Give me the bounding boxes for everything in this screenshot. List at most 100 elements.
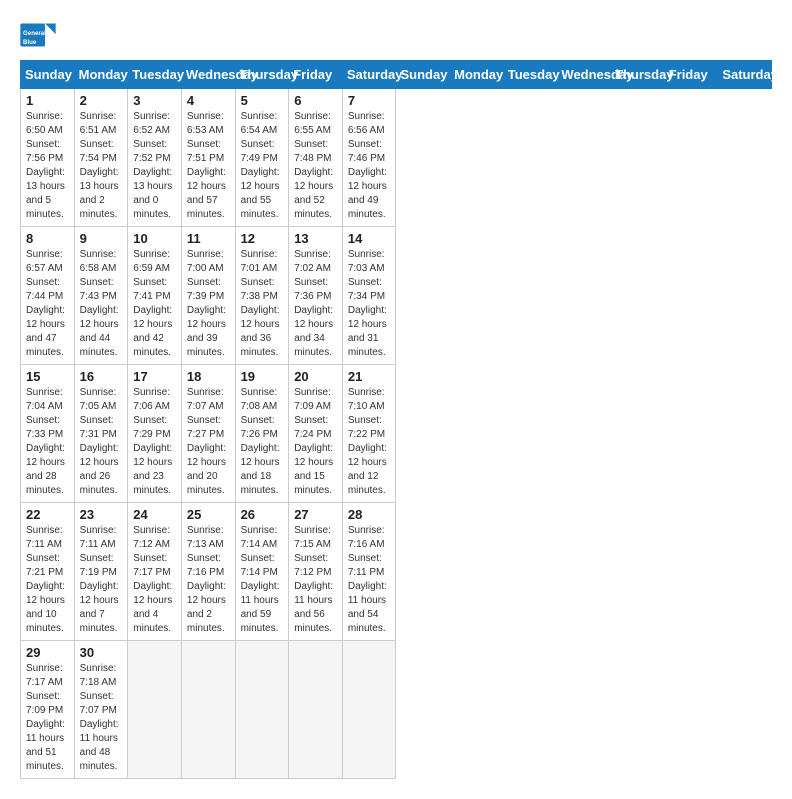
cell-info: Sunrise: 7:00 AM Sunset: 7:39 PM Dayligh… [187, 248, 230, 360]
calendar-cell: 4 Sunrise: 6:53 AM Sunset: 7:51 PM Daylig… [181, 89, 235, 227]
calendar-table: SundayMondayTuesdayWednesdayThursdayFrid… [20, 60, 772, 779]
day-number: 22 [26, 507, 69, 522]
day-number: 15 [26, 369, 69, 384]
day-number: 26 [241, 507, 284, 522]
cell-info: Sunrise: 6:58 AM Sunset: 7:43 PM Dayligh… [80, 248, 123, 360]
header-monday: Monday [74, 61, 128, 89]
calendar-cell: 22Sunrise: 7:11 AM Sunset: 7:21 PM Dayli… [21, 503, 75, 641]
header-tuesday: Tuesday [128, 61, 182, 89]
day-number: 21 [348, 369, 391, 384]
calendar-cell: 1Sunrise: 6:50 AM Sunset: 7:56 PM Daylig… [21, 89, 75, 227]
day-number: 27 [294, 507, 337, 522]
calendar-cell: 20 Sunrise: 7:09 AM Sunset: 7:24 PM Dayli… [289, 365, 343, 503]
day-number: 29 [26, 645, 69, 660]
day-number: 4 [187, 93, 230, 108]
header-friday: Friday [289, 61, 343, 89]
day-number: 13 [294, 231, 337, 246]
day-number: 6 [294, 93, 337, 108]
calendar-cell: 28Sunrise: 7:16 AM Sunset: 7:11 PM Dayli… [342, 503, 396, 641]
calendar-cell: 13 Sunrise: 7:02 AM Sunset: 7:36 PM Dayli… [289, 227, 343, 365]
day-number: 5 [241, 93, 284, 108]
svg-text:General: General [23, 30, 46, 37]
logo: General Blue [20, 20, 56, 50]
header-saturday: Saturday [342, 61, 396, 89]
cell-info: Sunrise: 6:55 AM Sunset: 7:48 PM Dayligh… [294, 110, 337, 222]
day-number: 3 [133, 93, 176, 108]
calendar-cell: 30 Sunrise: 7:18 AM Sunset: 7:07 PM Dayli… [74, 641, 128, 779]
calendar-cell: 15 Sunrise: 7:04 AM Sunset: 7:33 PM Dayli… [21, 365, 75, 503]
cell-info: Sunrise: 7:18 AM Sunset: 7:07 PM Dayligh… [80, 662, 123, 774]
day-number: 23 [80, 507, 123, 522]
day-number: 11 [187, 231, 230, 246]
calendar-cell: 17 Sunrise: 7:06 AM Sunset: 7:29 PM Dayli… [128, 365, 182, 503]
calendar-week-1: 1Sunrise: 6:50 AM Sunset: 7:56 PM Daylig… [21, 89, 772, 227]
calendar-cell: 25 Sunrise: 7:13 AM Sunset: 7:16 PM Dayli… [181, 503, 235, 641]
calendar-cell: 2Sunrise: 6:51 AM Sunset: 7:54 PM Daylig… [74, 89, 128, 227]
calendar-cell: 29 Sunrise: 7:17 AM Sunset: 7:09 PM Dayli… [21, 641, 75, 779]
cell-info: Sunrise: 7:03 AM Sunset: 7:34 PM Dayligh… [348, 248, 391, 360]
header-sunday: Sunday [21, 61, 75, 89]
cell-info: Sunrise: 7:01 AM Sunset: 7:38 PM Dayligh… [241, 248, 284, 360]
day-number: 12 [241, 231, 284, 246]
cell-info: Sunrise: 6:57 AM Sunset: 7:44 PM Dayligh… [26, 248, 69, 360]
calendar-cell: 3 Sunrise: 6:52 AM Sunset: 7:52 PM Daylig… [128, 89, 182, 227]
calendar-week-4: 22Sunrise: 7:11 AM Sunset: 7:21 PM Dayli… [21, 503, 772, 641]
calendar-cell: 19 Sunrise: 7:08 AM Sunset: 7:26 PM Dayli… [235, 365, 289, 503]
day-number: 25 [187, 507, 230, 522]
day-number: 1 [26, 93, 69, 108]
cell-info: Sunrise: 7:10 AM Sunset: 7:22 PM Dayligh… [348, 386, 391, 498]
header-wednesday: Wednesday [181, 61, 235, 89]
calendar-cell: 8 Sunrise: 6:57 AM Sunset: 7:44 PM Daylig… [21, 227, 75, 365]
page-header: General Blue [20, 20, 772, 50]
calendar-cell: 14Sunrise: 7:03 AM Sunset: 7:34 PM Dayli… [342, 227, 396, 365]
calendar-cell [128, 641, 182, 779]
calendar-cell: 21 Sunrise: 7:10 AM Sunset: 7:22 PM Dayli… [342, 365, 396, 503]
cell-info: Sunrise: 7:06 AM Sunset: 7:29 PM Dayligh… [133, 386, 176, 498]
cell-info: Sunrise: 7:08 AM Sunset: 7:26 PM Dayligh… [241, 386, 284, 498]
calendar-cell: 6 Sunrise: 6:55 AM Sunset: 7:48 PM Daylig… [289, 89, 343, 227]
calendar-cell: 10 Sunrise: 6:59 AM Sunset: 7:41 PM Dayli… [128, 227, 182, 365]
cell-info: Sunrise: 7:02 AM Sunset: 7:36 PM Dayligh… [294, 248, 337, 360]
calendar-cell [289, 641, 343, 779]
day-number: 8 [26, 231, 69, 246]
header-monday: Monday [450, 61, 504, 89]
cell-info: Sunrise: 6:59 AM Sunset: 7:41 PM Dayligh… [133, 248, 176, 360]
calendar-cell: 26 Sunrise: 7:14 AM Sunset: 7:14 PM Dayli… [235, 503, 289, 641]
header-sunday: Sunday [396, 61, 450, 89]
calendar-cell [235, 641, 289, 779]
day-number: 10 [133, 231, 176, 246]
cell-info: Sunrise: 7:17 AM Sunset: 7:09 PM Dayligh… [26, 662, 69, 774]
calendar-cell: 5Sunrise: 6:54 AM Sunset: 7:49 PM Daylig… [235, 89, 289, 227]
day-number: 2 [80, 93, 123, 108]
cell-info: Sunrise: 7:14 AM Sunset: 7:14 PM Dayligh… [241, 524, 284, 636]
day-number: 20 [294, 369, 337, 384]
calendar-cell: 16Sunrise: 7:05 AM Sunset: 7:31 PM Dayli… [74, 365, 128, 503]
cell-info: Sunrise: 7:05 AM Sunset: 7:31 PM Dayligh… [80, 386, 123, 498]
cell-info: Sunrise: 7:12 AM Sunset: 7:17 PM Dayligh… [133, 524, 176, 636]
cell-info: Sunrise: 7:09 AM Sunset: 7:24 PM Dayligh… [294, 386, 337, 498]
cell-info: Sunrise: 7:15 AM Sunset: 7:12 PM Dayligh… [294, 524, 337, 636]
header-thursday: Thursday [235, 61, 289, 89]
day-number: 17 [133, 369, 176, 384]
calendar-cell: 9Sunrise: 6:58 AM Sunset: 7:43 PM Daylig… [74, 227, 128, 365]
day-number: 24 [133, 507, 176, 522]
day-number: 19 [241, 369, 284, 384]
cell-info: Sunrise: 7:04 AM Sunset: 7:33 PM Dayligh… [26, 386, 69, 498]
calendar-cell: 12 Sunrise: 7:01 AM Sunset: 7:38 PM Dayli… [235, 227, 289, 365]
cell-info: Sunrise: 7:16 AM Sunset: 7:11 PM Dayligh… [348, 524, 391, 636]
calendar-cell: 27 Sunrise: 7:15 AM Sunset: 7:12 PM Dayli… [289, 503, 343, 641]
cell-info: Sunrise: 6:53 AM Sunset: 7:51 PM Dayligh… [187, 110, 230, 222]
cell-info: Sunrise: 7:13 AM Sunset: 7:16 PM Dayligh… [187, 524, 230, 636]
calendar-cell: 24 Sunrise: 7:12 AM Sunset: 7:17 PM Dayli… [128, 503, 182, 641]
cell-info: Sunrise: 6:52 AM Sunset: 7:52 PM Dayligh… [133, 110, 176, 222]
calendar-week-2: 8 Sunrise: 6:57 AM Sunset: 7:44 PM Daylig… [21, 227, 772, 365]
header-wednesday: Wednesday [557, 61, 611, 89]
calendar-cell [181, 641, 235, 779]
logo-icon: General Blue [20, 20, 56, 50]
header-thursday: Thursday [611, 61, 665, 89]
day-number: 30 [80, 645, 123, 660]
day-number: 7 [348, 93, 391, 108]
cell-info: Sunrise: 6:56 AM Sunset: 7:46 PM Dayligh… [348, 110, 391, 222]
header-friday: Friday [664, 61, 718, 89]
calendar-week-3: 15 Sunrise: 7:04 AM Sunset: 7:33 PM Dayli… [21, 365, 772, 503]
